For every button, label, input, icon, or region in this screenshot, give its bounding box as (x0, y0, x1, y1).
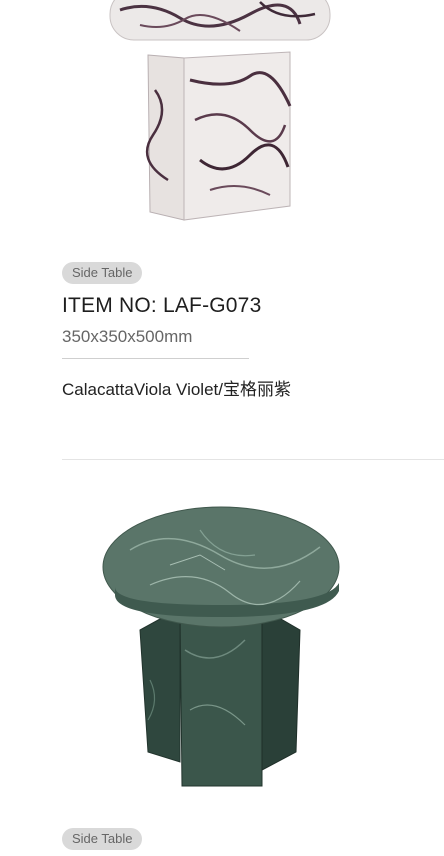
separator-line (62, 358, 249, 359)
product-image-green-table (0, 490, 444, 812)
product-image-violet-table (0, 0, 444, 240)
item-number: ITEM NO: LAF-G073 (62, 294, 262, 317)
material-name: CalacattaViola Violet/宝格丽紫 (62, 380, 291, 399)
category-tag: Side Table (62, 828, 143, 850)
category-tag: Side Table (62, 262, 143, 284)
dimensions: 350x350x500mm (62, 327, 193, 346)
product-divider (62, 459, 444, 460)
